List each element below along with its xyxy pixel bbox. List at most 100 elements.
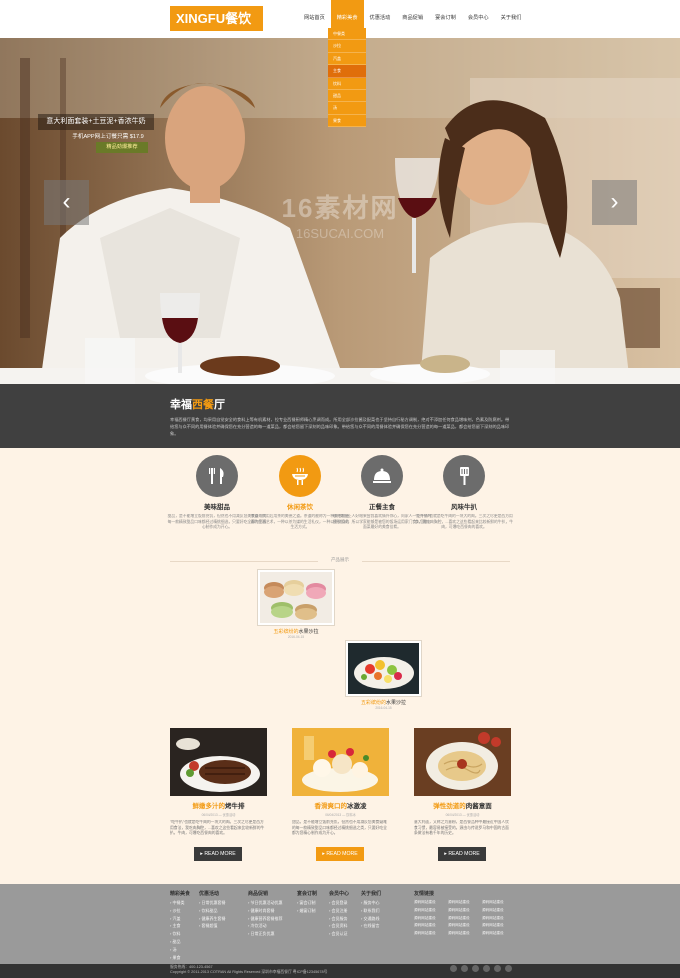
- dropdown-item[interactable]: 中餐类: [328, 28, 366, 41]
- steak-image[interactable]: [170, 728, 267, 796]
- card-title-text: 冰激凌: [347, 803, 367, 810]
- footer-link[interactable]: › 汤: [170, 946, 230, 954]
- friend-link[interactable]: 源码网站建设: [448, 907, 480, 915]
- article-card-pasta: 弹性劲道的肉酱意面 06/04/2013 — 优惠活动 意大利面，又称之为意粉，…: [414, 728, 511, 842]
- fork-knife-icon[interactable]: [196, 455, 238, 497]
- friend-link[interactable]: 源码网站建设: [448, 922, 480, 930]
- card-title-highlight: 弹性劲道的: [433, 803, 466, 810]
- footer-link[interactable]: › 交通路线: [361, 915, 421, 923]
- read-more-label: READ MORE: [204, 851, 236, 857]
- dropdown-item[interactable]: 沙拉: [328, 40, 366, 53]
- footer-link[interactable]: › 冷饮活动: [248, 922, 308, 930]
- friend-link[interactable]: 源码网站建设: [482, 907, 514, 915]
- card-title: 弹性劲道的肉酱意面: [414, 800, 511, 810]
- card-meta: 06/04/2013 — 优惠活动: [445, 813, 480, 817]
- nav-sales[interactable]: 商品促销: [396, 0, 429, 38]
- nav-banquet[interactable]: 宴会订制: [429, 0, 462, 38]
- card-meta: 06/04/2013 — 优惠活动: [201, 813, 236, 817]
- friend-link[interactable]: 源码网站建设: [448, 930, 480, 938]
- read-more-button[interactable]: ▸ READ MORE: [194, 847, 242, 861]
- dropdown-item[interactable]: 汤: [328, 102, 366, 115]
- footer-link[interactable]: › 会员认证: [329, 930, 389, 938]
- card-title-highlight: 香滑爽口的: [314, 803, 348, 810]
- promo-price: 手机APP网上订餐只需 $17.9: [72, 134, 144, 140]
- feature-title: 风味牛扒: [451, 504, 477, 511]
- watermark-text: 16素材网: [281, 193, 399, 223]
- card-title: 香滑爽口的冰激凌: [292, 800, 389, 810]
- food-dropdown-menu: 中餐类 沙拉 汽盖 主食 饮料 甜品 汤 果食: [328, 28, 366, 128]
- read-more-label: READ MORE: [326, 851, 358, 857]
- thumb-date: 2016-04-15: [375, 706, 392, 710]
- footer-heading: 友情链接: [414, 891, 435, 897]
- friend-link[interactable]: 源码网站建设: [482, 915, 514, 923]
- read-more-button[interactable]: ▸ READ MORE: [316, 847, 364, 861]
- friend-link[interactable]: 源码网站建设: [414, 915, 446, 923]
- card-title-text: 烤牛排: [225, 803, 245, 810]
- card-desc: "吃牛扒"也就是吃牛肉的一块大的肉。三次之尽更是西方用食法，我吃肉胸腔，...喜…: [170, 820, 265, 836]
- thumb-caption: 五彩缤纷的水果沙拉: [345, 699, 422, 706]
- footer-heading: 关于我们: [361, 891, 382, 897]
- read-more-button[interactable]: ▸ READ MORE: [438, 847, 486, 861]
- wechat-icon[interactable]: [472, 965, 479, 972]
- dropdown-item[interactable]: 甜品: [328, 90, 366, 103]
- site-logo[interactable]: XINGFU餐饮: [170, 6, 263, 31]
- feature-desc: "吃牛扒"也就是吃牛肉的一块大的肉。三次之尽更是西方用食，我吃肉胸腔，...喜欢…: [414, 514, 514, 530]
- nav-home[interactable]: 网站首页: [298, 0, 331, 38]
- copyright-block: 服务热线：400-123-4567 Copyright © 2011-2013 …: [170, 965, 327, 975]
- watermark-url: 16SUCAI.COM: [295, 226, 385, 241]
- pasta-image[interactable]: [414, 728, 511, 796]
- logo-suffix: 餐饮: [225, 11, 252, 26]
- spatula-icon[interactable]: [443, 455, 485, 497]
- location-icon[interactable]: [483, 965, 490, 972]
- intro-title-end: 厅: [214, 399, 225, 411]
- qq-icon[interactable]: [461, 965, 468, 972]
- nav-members[interactable]: 会员中心: [462, 0, 495, 38]
- dropdown-item[interactable]: 饮料: [328, 78, 366, 90]
- intro-text: 幸福西餐厅黄食，均采用自觉安全的食料上等有机素材，拉专业西餐厨师精心烹调而成。所…: [170, 417, 510, 436]
- footer-link[interactable]: › 日常正负优惠: [248, 930, 308, 938]
- promo-title: 意大利面套装+土豆泥+香浓牛奶: [38, 114, 154, 130]
- dropdown-item[interactable]: 主食: [328, 65, 366, 78]
- friend-link[interactable]: 源码网站建设: [482, 922, 514, 930]
- weibo-icon[interactable]: [450, 965, 457, 972]
- thumb-date: 2016-04-15: [287, 635, 305, 639]
- prev-arrow-icon[interactable]: ‹: [44, 180, 89, 225]
- nav-about[interactable]: 关于我们: [495, 0, 528, 38]
- card-meta: 06/04/2013 — 饮料冰: [325, 813, 356, 817]
- friend-link[interactable]: 源码网站建设: [482, 899, 514, 907]
- next-arrow-icon[interactable]: ›: [592, 180, 637, 225]
- friend-link[interactable]: 源码网站建设: [414, 899, 446, 907]
- rss-icon[interactable]: [505, 965, 512, 972]
- friend-link[interactable]: 源码网站建设: [448, 899, 480, 907]
- product-thumb[interactable]: [345, 640, 422, 697]
- card-title-highlight: 鲜嫩多汁的: [192, 803, 226, 810]
- footer-col-about: 关于我们 › 服务中心 › 联系我们 › 交通路线 › 在线留言: [361, 890, 421, 930]
- friend-link[interactable]: 源码网站建设: [482, 930, 514, 938]
- friend-link[interactable]: 源码网站建设: [448, 915, 480, 923]
- logo-prefix: XINGFU: [176, 11, 226, 26]
- card-title: 鲜嫩多汁的烤牛排: [170, 800, 267, 810]
- footer-link[interactable]: › 甜品: [170, 938, 230, 946]
- thumb-caption: 五彩缤纷的水果沙拉: [257, 628, 335, 635]
- dropdown-item[interactable]: 汽盖: [328, 53, 366, 66]
- friend-link[interactable]: 源码网站建设: [414, 922, 446, 930]
- icecream-image[interactable]: [292, 728, 389, 796]
- cloche-icon[interactable]: [361, 455, 403, 497]
- footer-link[interactable]: › 联系我们: [361, 907, 421, 915]
- footer-link[interactable]: › 果食: [170, 954, 230, 962]
- product-thumb[interactable]: [257, 569, 335, 626]
- friend-links: 友情链接 源码网站建设 源码网站建设 源码网站建设 源码网站建设 源码网站建设 …: [414, 890, 514, 938]
- promo-tag-button[interactable]: 精品劲爆推荐: [96, 142, 148, 153]
- footer-link[interactable]: › 在线留言: [361, 922, 421, 930]
- dropdown-item[interactable]: 果食: [328, 115, 366, 128]
- friend-link[interactable]: 源码网站建设: [414, 930, 446, 938]
- footer-link[interactable]: › 饮料: [170, 930, 230, 938]
- footer-link[interactable]: › 服务中心: [361, 899, 421, 907]
- share-icon[interactable]: [494, 965, 501, 972]
- nav-promotions[interactable]: 优惠活动: [364, 0, 397, 38]
- grill-icon[interactable]: [279, 455, 321, 497]
- article-card-steak: 鲜嫩多汁的烤牛排 06/04/2013 — 优惠活动 "吃牛扒"也就是吃牛肉的一…: [170, 728, 267, 842]
- friend-link[interactable]: 源码网站建设: [414, 907, 446, 915]
- footer-link[interactable]: › 健康营养套餐推荐: [248, 915, 308, 923]
- card-desc: 甜品，是不能增立饭前充饥，但然也不用减反您美食疑难的每一款精致甜品口味都经过精挑…: [292, 820, 387, 836]
